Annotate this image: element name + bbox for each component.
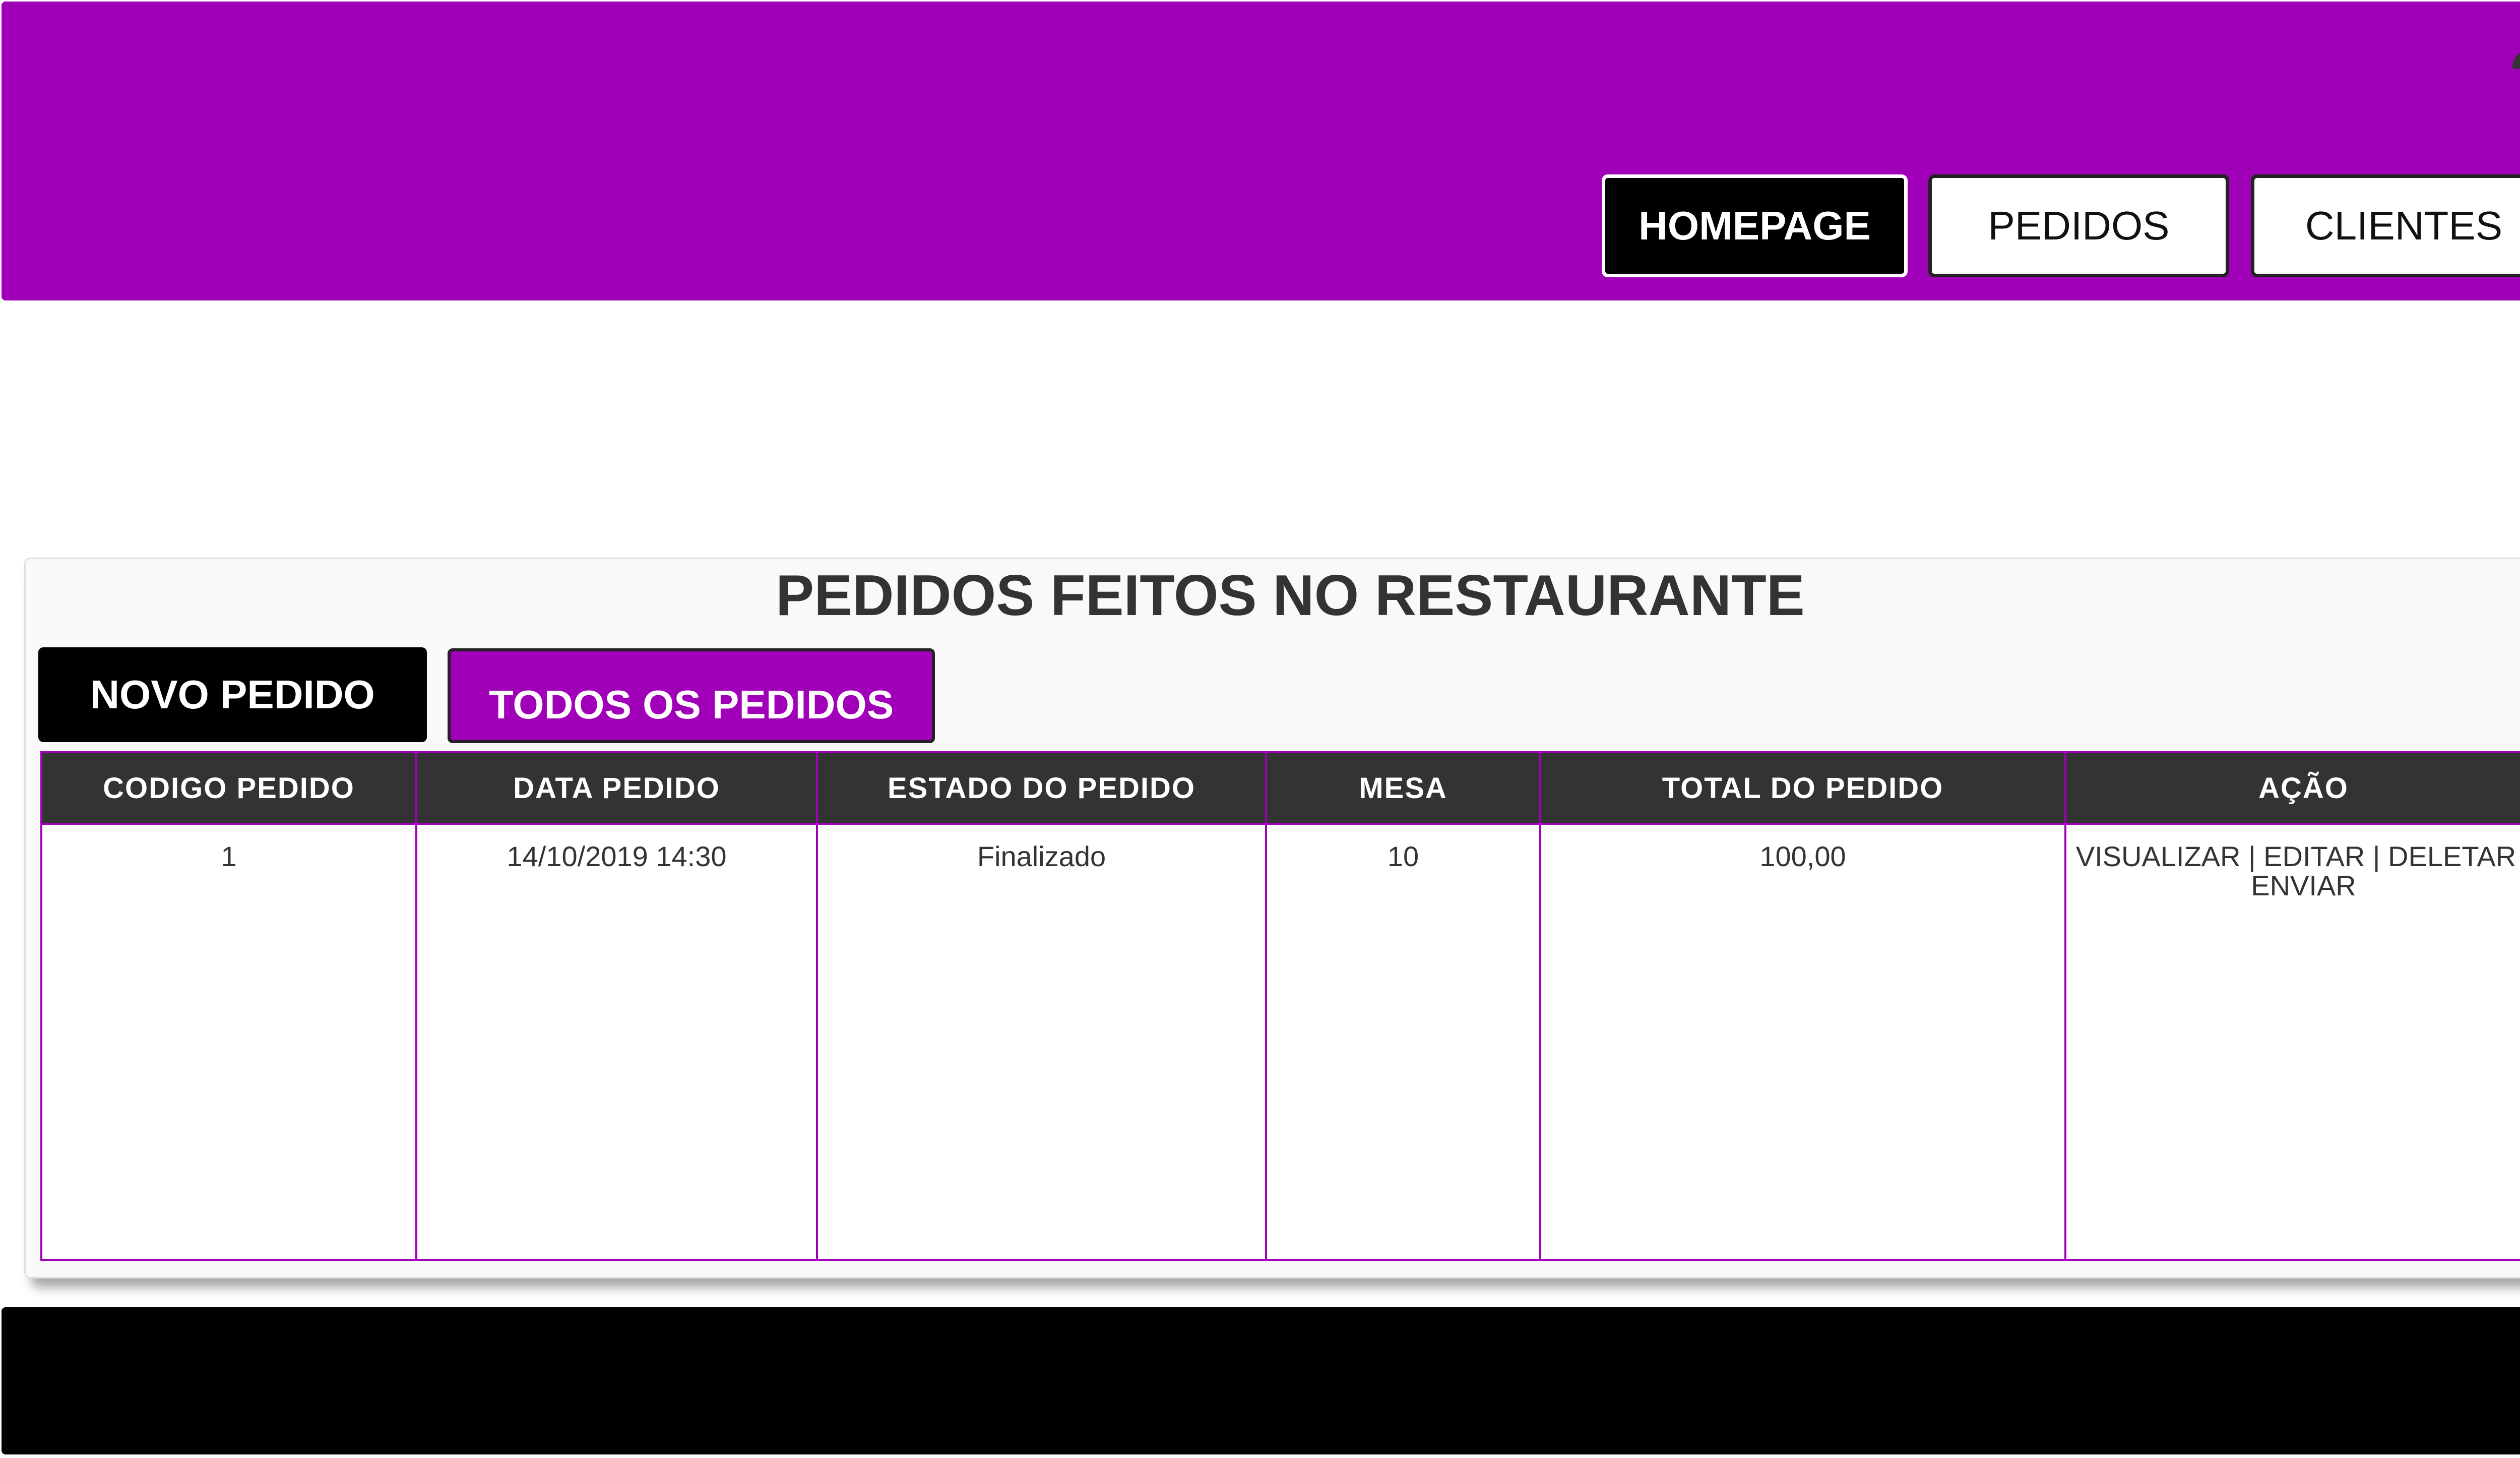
- user-icon-graphic: [2512, 52, 2520, 69]
- visualizar-link[interactable]: VISUALIZAR: [2076, 840, 2241, 872]
- nav-homepage-button[interactable]: HOMEPAGE: [1602, 174, 1908, 277]
- column-header-acao: AÇÃO: [2064, 751, 2520, 825]
- cell-total: 100,00: [1539, 823, 2066, 1261]
- action-separator: |: [2248, 840, 2256, 872]
- table-header-row: CODIGO PEDIDO DATA PEDIDO ESTADO DO PEDI…: [40, 751, 2520, 825]
- column-header-codigo: CODIGO PEDIDO: [40, 751, 417, 825]
- column-header-data: DATA PEDIDO: [415, 751, 818, 825]
- orders-table: CODIGO PEDIDO DATA PEDIDO ESTADO DO PEDI…: [40, 751, 2520, 1261]
- column-header-total: TOTAL DO PEDIDO: [1539, 751, 2066, 825]
- cell-estado: Finalizado: [816, 823, 1267, 1261]
- all-orders-button[interactable]: TODOS OS PEDIDOS: [448, 648, 935, 743]
- nav-clientes-button[interactable]: CLIENTES: [2251, 174, 2520, 277]
- table-row: 1 14/10/2019 14:30 Finalizado 10 100,00 …: [40, 823, 2520, 1261]
- user-icon[interactable]: [2507, 18, 2520, 79]
- cell-mesa: 10: [1265, 823, 1541, 1261]
- nav-pedidos-button[interactable]: PEDIDOS: [1928, 174, 2229, 277]
- page-title: PEDIDOS FEITOS NO RESTAURANTE: [776, 564, 1805, 628]
- new-order-button[interactable]: NOVO PEDIDO: [38, 647, 427, 742]
- cell-acao: VISUALIZAR | EDITAR | DELETAR | ENVIAR: [2064, 823, 2520, 1261]
- action-separator: |: [2372, 840, 2380, 872]
- editar-link[interactable]: EDITAR: [2263, 840, 2365, 872]
- cell-codigo: 1: [40, 823, 417, 1261]
- cell-data: 14/10/2019 14:30: [415, 823, 818, 1261]
- column-header-estado: ESTADO DO PEDIDO: [816, 751, 1267, 825]
- footer-bar: [2, 1307, 2520, 1454]
- column-header-mesa: MESA: [1265, 751, 1541, 825]
- deletar-link[interactable]: DELETAR: [2388, 840, 2516, 872]
- enviar-link[interactable]: ENVIAR: [2251, 870, 2356, 901]
